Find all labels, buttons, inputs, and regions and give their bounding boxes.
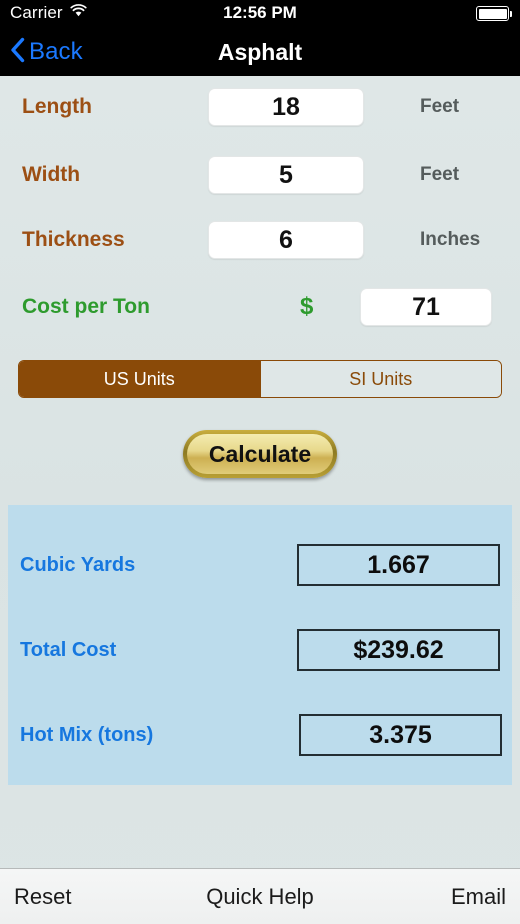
thickness-input[interactable]: 6 <box>208 221 364 259</box>
units-segmented-control[interactable]: US Units SI Units <box>18 360 502 398</box>
back-button[interactable]: Back <box>10 28 83 76</box>
hot-mix-value: 3.375 <box>299 714 502 756</box>
thickness-unit-label: Inches <box>420 229 481 250</box>
length-label: Length <box>22 95 92 118</box>
results-panel: Cubic Yards 1.667 Total Cost $239.62 Hot… <box>8 505 512 785</box>
length-unit-label: Feet <box>420 96 460 117</box>
app-screen: Carrier 12:56 PM Asphalt Back Length 18 … <box>0 0 520 924</box>
total-cost-row: Total Cost $239.62 <box>8 629 512 671</box>
quick-help-button[interactable]: Quick Help <box>0 869 520 924</box>
calculate-button[interactable]: Calculate <box>183 430 337 478</box>
cubic-yards-row: Cubic Yards 1.667 <box>8 544 512 586</box>
segment-us-units[interactable]: US Units <box>19 361 260 397</box>
status-bar: Carrier 12:56 PM <box>0 0 520 28</box>
length-row: Length 18 Feet <box>0 88 520 126</box>
calculate-button-label: Calculate <box>187 434 333 474</box>
dollar-sign-icon: $ <box>300 293 314 320</box>
width-label: Width <box>22 163 81 186</box>
bottom-toolbar: Reset Quick Help Email <box>0 868 520 924</box>
thickness-row: Thickness 6 Inches <box>0 221 520 259</box>
back-button-label: Back <box>29 38 83 65</box>
hot-mix-row: Hot Mix (tons) 3.375 <box>8 714 512 756</box>
width-input[interactable]: 5 <box>208 156 364 194</box>
cubic-yards-value: 1.667 <box>297 544 500 586</box>
cost-per-ton-row: Cost per Ton $ 71 <box>0 288 520 326</box>
length-input[interactable]: 18 <box>208 88 364 126</box>
email-button[interactable]: Email <box>451 869 506 924</box>
calculate-button-area: Calculate <box>0 430 520 478</box>
battery-icon <box>476 6 512 21</box>
cost-per-ton-label: Cost per Ton <box>22 295 150 318</box>
hot-mix-label: Hot Mix (tons) <box>20 724 154 746</box>
cubic-yards-label: Cubic Yards <box>20 554 136 576</box>
width-unit-label: Feet <box>420 164 460 185</box>
cost-per-ton-input[interactable]: 71 <box>360 288 492 326</box>
thickness-label: Thickness <box>22 228 125 251</box>
total-cost-value: $239.62 <box>297 629 500 671</box>
chevron-left-icon <box>10 37 25 68</box>
segment-si-units[interactable]: SI Units <box>259 361 501 397</box>
total-cost-label: Total Cost <box>20 639 117 661</box>
navigation-bar: Asphalt Back <box>0 28 520 76</box>
width-row: Width 5 Feet <box>0 156 520 194</box>
status-bar-time: 12:56 PM <box>223 3 297 22</box>
